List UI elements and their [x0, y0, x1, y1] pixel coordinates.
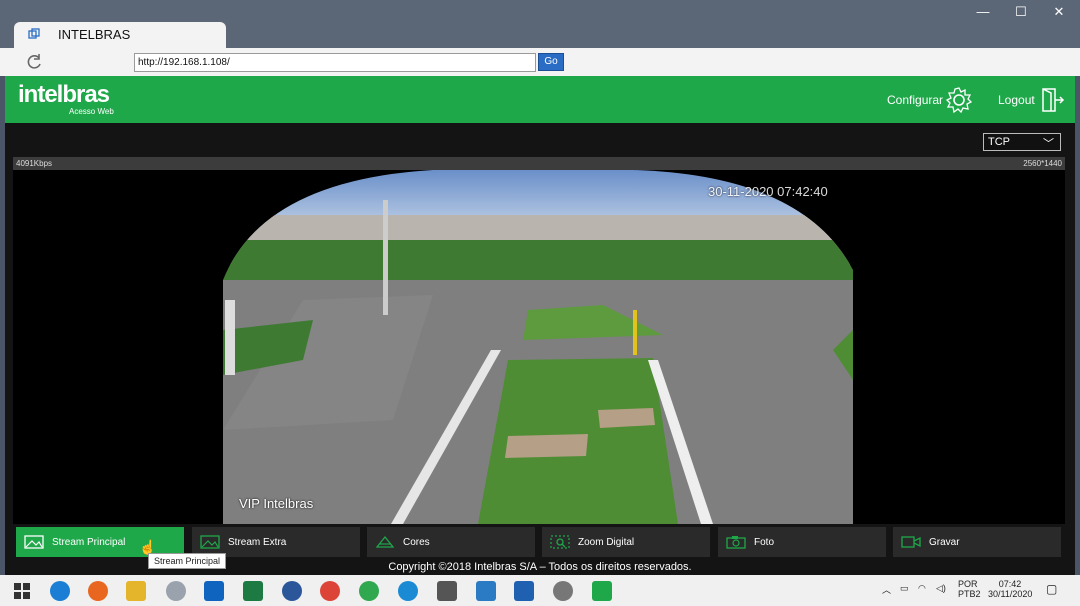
resolution-readout: 2560*1440: [1023, 159, 1062, 168]
logout-icon: [1041, 88, 1064, 112]
configure-label: Configurar: [887, 93, 944, 107]
clock[interactable]: 07:42 30/11/2020: [988, 579, 1032, 599]
browser-tab[interactable]: INTELBRAS: [14, 22, 226, 48]
stream-info-bar: 4091Kbps 2560*1440: [13, 157, 1065, 170]
keyboard-layout: PTB2: [958, 589, 981, 599]
app-icon[interactable]: [476, 581, 496, 601]
foto-button[interactable]: Foto: [718, 527, 886, 557]
go-button[interactable]: Go: [538, 53, 564, 71]
word-icon[interactable]: [282, 581, 302, 601]
volume-icon[interactable]: ◁): [936, 583, 946, 594]
protocol-select[interactable]: TCP ﹀: [983, 133, 1061, 151]
foto-label: Foto: [754, 536, 775, 548]
chevron-down-icon: ﹀: [1043, 138, 1054, 150]
cores-label: Cores: [403, 536, 430, 548]
browser-navbar: http://192.168.1.108/ Go: [0, 48, 1080, 76]
palette-icon: [375, 535, 395, 548]
zoom-digital-label: Zoom Digital: [578, 536, 635, 548]
control-bar: TCP ﹀: [5, 123, 1075, 157]
language-indicator[interactable]: POR PTB2: [958, 579, 981, 599]
camera-video-feed[interactable]: 30-11-2020 07:42:40 VIP Intelbras: [13, 170, 1065, 524]
windows-start-icon[interactable]: [12, 581, 32, 601]
image-icon: [200, 535, 220, 549]
outlook-icon[interactable]: [204, 581, 224, 601]
camera-label: VIP Intelbras: [239, 496, 314, 511]
windows-taskbar: ︿ ▭ ◠ ◁) POR PTB2 07:42 30/11/2020 ▢: [0, 575, 1080, 606]
zoom-icon: [550, 535, 570, 549]
tab-title: INTELBRAS: [58, 27, 131, 42]
stream-principal-label: Stream Principal: [52, 536, 126, 548]
camera-timestamp: 30-11-2020 07:42:40: [708, 184, 828, 199]
edge-icon[interactable]: [50, 581, 70, 601]
protocol-value: TCP: [988, 136, 1010, 148]
language-code: POR: [958, 579, 978, 589]
gear-icon: [945, 87, 973, 114]
gravar-button[interactable]: Gravar: [893, 527, 1061, 557]
chevron-up-icon[interactable]: ︿: [882, 583, 891, 596]
app-icon[interactable]: [398, 581, 418, 601]
settings-icon[interactable]: [437, 581, 457, 601]
intelbras-logo: intelbras: [18, 81, 110, 108]
app-icon[interactable]: [166, 581, 186, 601]
logout-link[interactable]: Logout: [998, 86, 1065, 114]
maximize-button[interactable]: ☐: [1006, 2, 1036, 22]
cores-button[interactable]: Cores: [367, 527, 535, 557]
camera-scene-image: [223, 170, 853, 524]
configure-link[interactable]: Configurar: [887, 86, 973, 114]
copyright-text: Copyright ©2018 Intelbras S/A – Todos os…: [388, 561, 692, 573]
notification-icon[interactable]: ▢: [1046, 582, 1057, 596]
stream-extra-label: Stream Extra: [228, 536, 287, 548]
clock-date: 30/11/2020: [988, 589, 1033, 599]
firefox-icon[interactable]: [88, 581, 108, 601]
url-input[interactable]: http://192.168.1.108/: [134, 53, 536, 72]
image-icon: [24, 535, 44, 549]
clock-time: 07:42: [998, 579, 1022, 589]
app-header: intelbras Acesso Web Configurar Logout: [5, 76, 1075, 123]
photos-icon[interactable]: [514, 581, 534, 601]
restore-icon: [28, 28, 40, 39]
zoom-digital-button[interactable]: Zoom Digital: [542, 527, 710, 557]
close-button[interactable]: ✕: [1044, 2, 1074, 22]
gravar-label: Gravar: [929, 536, 960, 548]
intelbras-app-icon[interactable]: [592, 581, 612, 601]
camera-icon: [726, 536, 746, 549]
chrome-icon[interactable]: [320, 581, 340, 601]
battery-icon[interactable]: ▭: [900, 583, 909, 594]
browser-titlebar: INTELBRAS — ☐ ✕: [0, 0, 1080, 48]
video-icon: [901, 536, 921, 548]
wifi-icon[interactable]: ◠: [918, 583, 926, 594]
excel-icon[interactable]: [243, 581, 263, 601]
whatsapp-icon[interactable]: [359, 581, 379, 601]
bitrate-readout: 4091Kbps: [16, 159, 53, 168]
app-icon[interactable]: [553, 581, 573, 601]
logout-label: Logout: [998, 93, 1035, 107]
intelbras-app: intelbras Acesso Web Configurar Logout T…: [5, 76, 1075, 575]
refresh-icon[interactable]: [24, 52, 44, 72]
minimize-button[interactable]: —: [968, 2, 998, 22]
file-explorer-icon[interactable]: [126, 581, 146, 601]
logo-subtitle: Acesso Web: [69, 107, 114, 116]
